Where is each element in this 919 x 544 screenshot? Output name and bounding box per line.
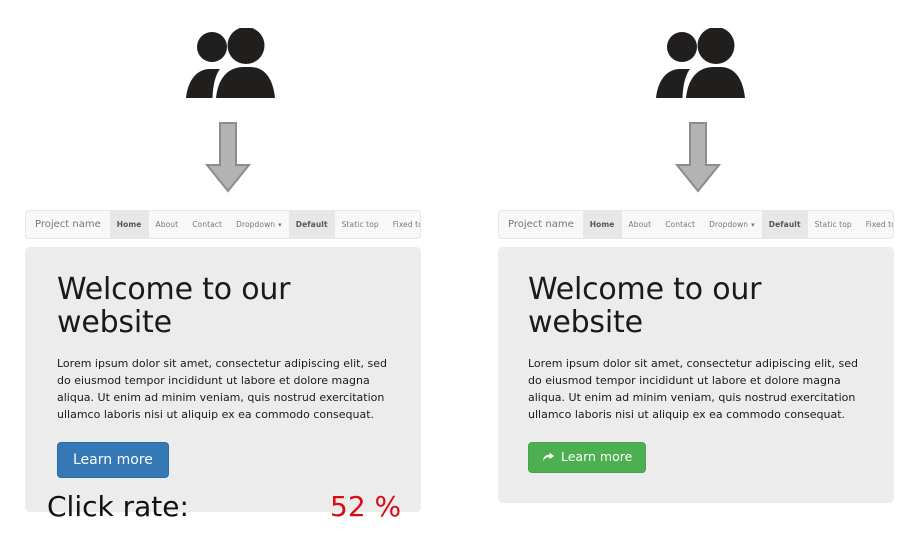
navbar-brand[interactable]: Project name [499, 211, 583, 238]
nav-item-label: About [155, 220, 179, 229]
nav-item-label: Home [589, 220, 615, 229]
jumbotron-body: Lorem ipsum dolor sit amet, consectetur … [57, 357, 387, 422]
navbar-links: Home About Contact Dropdown ▾ Default St… [109, 211, 420, 238]
nav-item-dropdown[interactable]: Dropdown ▾ [702, 211, 762, 238]
nav-item-about[interactable]: About [149, 211, 186, 238]
jumbotron-a: Welcome to our website Lorem ipsum dolor… [25, 247, 421, 513]
learn-more-button[interactable]: Learn more [528, 442, 647, 474]
nav-item-home[interactable]: Home [109, 211, 149, 238]
nav-item-label: Default [768, 220, 801, 229]
jumbotron-b: Welcome to our website Lorem ipsum dolor… [498, 247, 894, 504]
nav-item-label: Default [295, 220, 328, 229]
nav-item-label: About [628, 220, 652, 229]
nav-item-label: Home [116, 220, 142, 229]
page-title: Welcome to our website [528, 272, 762, 340]
arrow-down-icon [675, 121, 721, 193]
navbar-brand[interactable]: Project name [26, 211, 110, 238]
users-icon [180, 28, 276, 102]
nav-item-static-top[interactable]: Static top [335, 211, 386, 238]
nav-item-label: Static top [814, 220, 852, 229]
nav-item-contact[interactable]: Contact [658, 211, 702, 238]
nav-item-label: Dropdown [236, 220, 276, 229]
click-rate-value-a: 52 % [330, 490, 402, 523]
nav-item-fixed-top[interactable]: Fixed top [386, 211, 420, 238]
mock-website-b: Project name Home About Contact Dropdown… [498, 210, 894, 504]
chevron-down-icon: ▾ [278, 220, 282, 229]
arrow-down-icon [205, 121, 251, 193]
learn-more-button-label: Learn more [561, 449, 633, 465]
variant-b-panel: Project name Home About Contact Dropdown… [478, 0, 918, 544]
jumbotron-body: Lorem ipsum dolor sit amet, consectetur … [528, 357, 858, 422]
nav-item-label: Contact [665, 220, 696, 229]
learn-more-button[interactable]: Learn more [57, 442, 169, 479]
learn-more-button-label: Learn more [73, 452, 153, 469]
navbar-a: Project name Home About Contact Dropdown… [25, 210, 421, 239]
nav-item-home[interactable]: Home [582, 211, 622, 238]
chevron-down-icon: ▾ [751, 220, 755, 229]
nav-item-dropdown[interactable]: Dropdown ▾ [229, 211, 289, 238]
page-title: Welcome to our website [57, 272, 291, 340]
users-icon [650, 28, 746, 102]
nav-item-label: Fixed top [392, 220, 420, 229]
nav-item-label: Dropdown [709, 220, 749, 229]
navbar-links: Home About Contact Dropdown ▾ Default St… [582, 211, 893, 238]
navbar-b: Project name Home About Contact Dropdown… [498, 210, 894, 239]
share-arrow-icon [542, 451, 555, 464]
nav-item-about[interactable]: About [622, 211, 659, 238]
nav-item-default[interactable]: Default [288, 211, 335, 238]
nav-item-label: Contact [192, 220, 223, 229]
nav-item-label: Fixed top [865, 220, 893, 229]
nav-item-static-top[interactable]: Static top [808, 211, 859, 238]
nav-item-label: Static top [341, 220, 379, 229]
nav-item-default[interactable]: Default [761, 211, 808, 238]
nav-item-fixed-top[interactable]: Fixed top [859, 211, 893, 238]
click-rate-label: Click rate: [47, 490, 189, 523]
variant-a-panel: Project name Home About Contact Dropdown… [8, 0, 448, 544]
mock-website-a: Project name Home About Contact Dropdown… [25, 210, 421, 513]
nav-item-contact[interactable]: Contact [185, 211, 229, 238]
